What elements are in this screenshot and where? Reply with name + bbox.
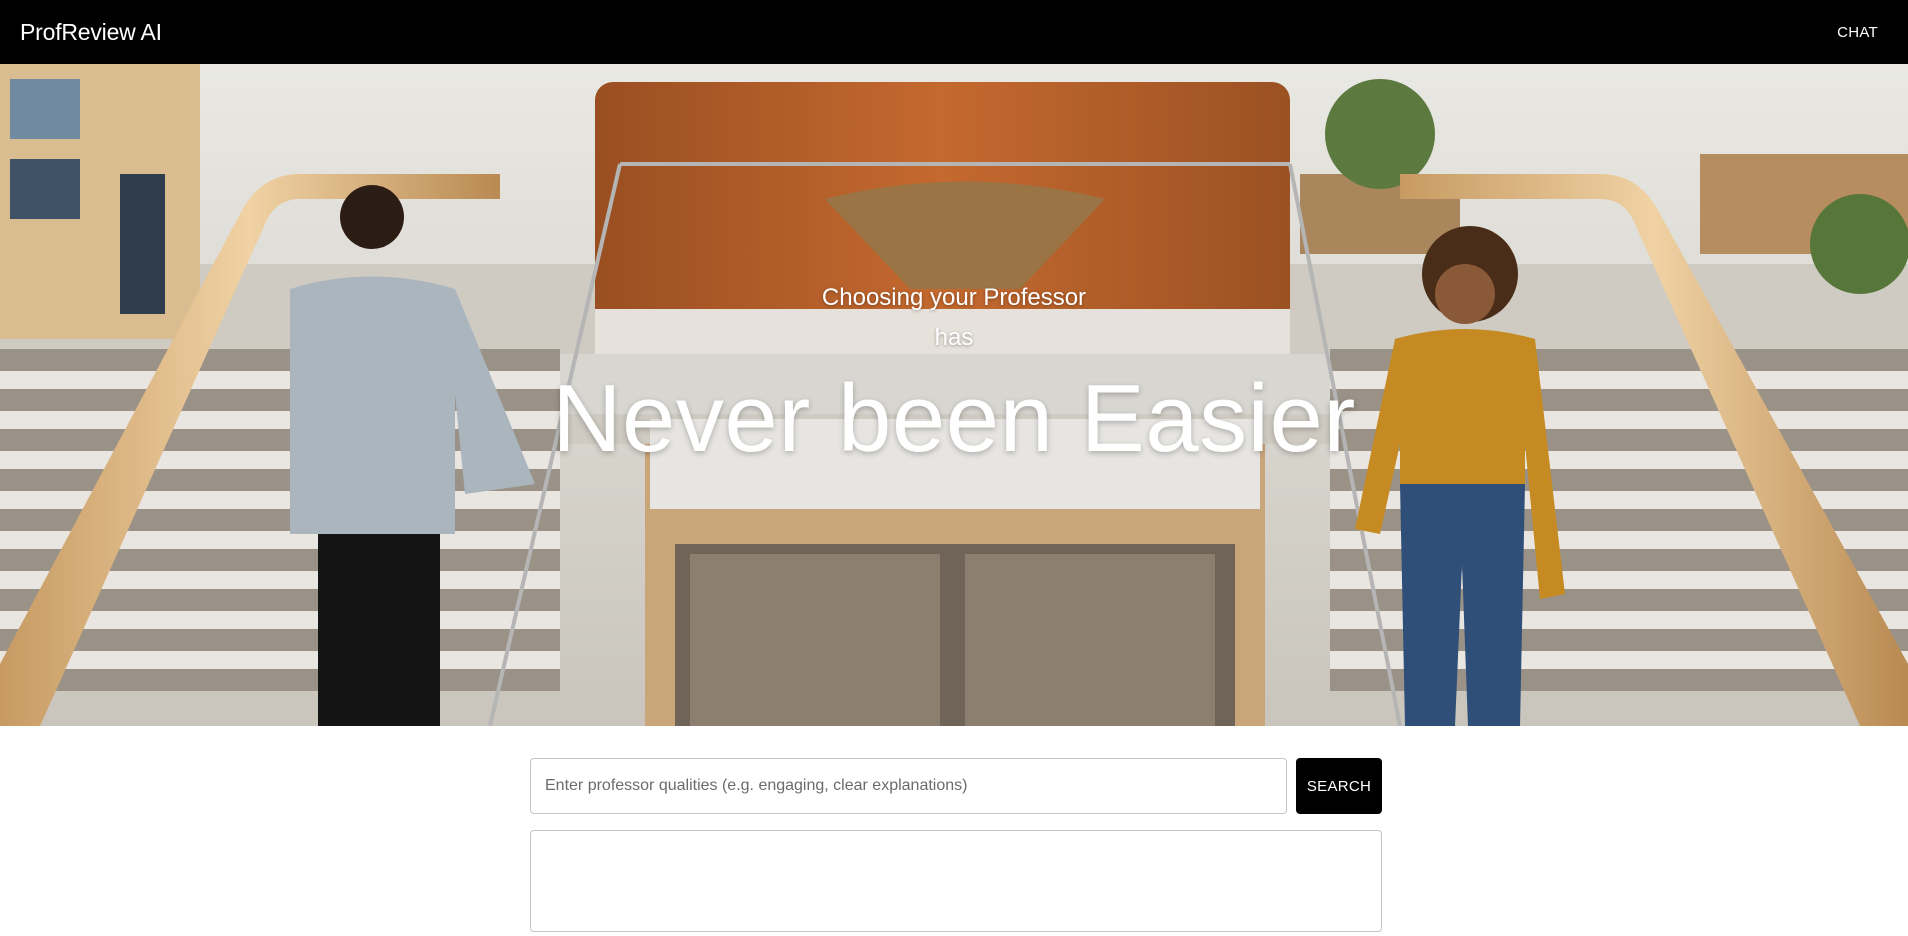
hero-banner: Choosing your Professor has Never been E… [0, 64, 1908, 726]
top-navbar: ProfReview AI CHAT [0, 0, 1908, 64]
chat-nav-link[interactable]: CHAT [1837, 24, 1878, 41]
search-section: SEARCH [530, 758, 1382, 932]
hero-subtitle-line2: has [934, 324, 974, 351]
brand-logo[interactable]: ProfReview AI [20, 19, 162, 46]
search-button[interactable]: SEARCH [1296, 758, 1382, 814]
hero-headline: Never been Easier [552, 365, 1356, 472]
hero-subtitle-line1: Choosing your Professor [821, 284, 1087, 311]
search-row: SEARCH [530, 758, 1382, 814]
results-box[interactable] [530, 830, 1382, 932]
hero-text: Choosing your Professor has Never been E… [0, 64, 1908, 726]
professor-search-input[interactable] [530, 758, 1287, 814]
